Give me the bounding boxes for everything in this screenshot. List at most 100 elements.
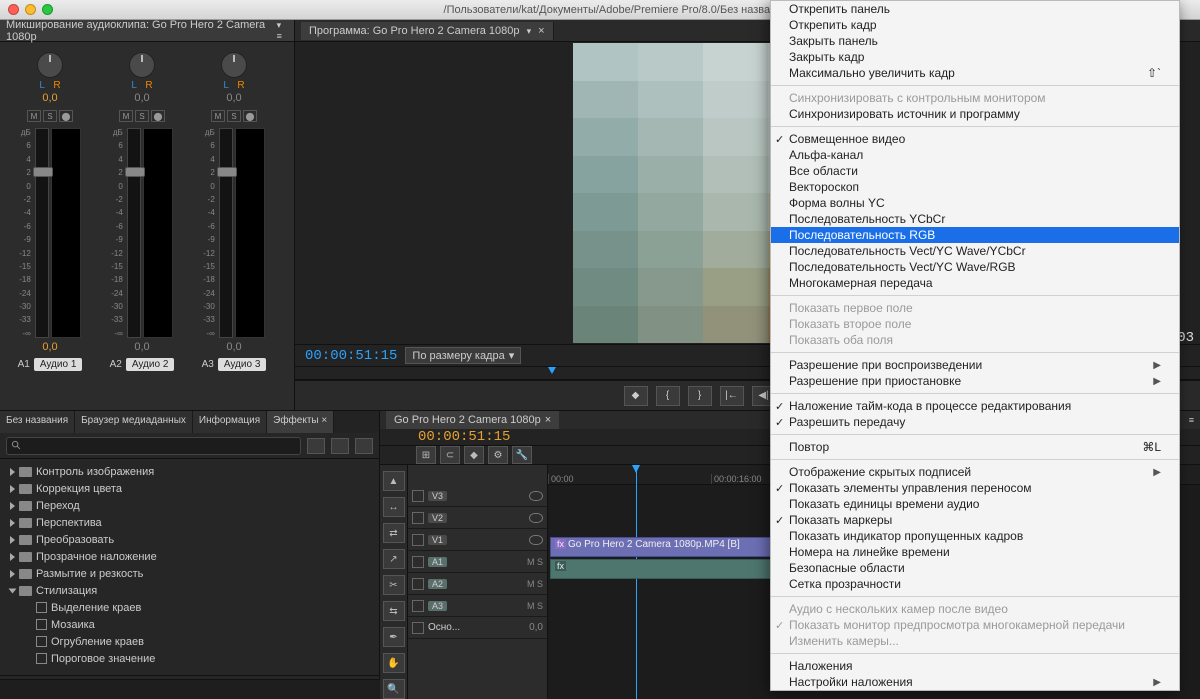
disclosure-icon[interactable] [10,536,15,544]
ripple-tool[interactable]: ↔ [383,497,405,517]
pen-tool[interactable]: ✒ [383,627,405,647]
effect-preset[interactable]: Мозаика [0,616,379,633]
menu-item[interactable]: Безопасные области [771,560,1179,576]
lock-icon[interactable] [412,556,424,568]
menu-item[interactable]: Отображение скрытых подписей▶ [771,464,1179,480]
volume-fader[interactable] [127,128,141,338]
effects-folder[interactable]: Прозрачное наложение [0,548,379,565]
wrench-button[interactable]: 🔧 [512,446,532,464]
linked-sel-button[interactable]: ⊂ [440,446,460,464]
solo-button[interactable]: S [227,110,241,122]
disclosure-icon[interactable] [10,570,15,578]
menu-item[interactable]: ✓Показать элементы управления переносом [771,480,1179,496]
rate-tool[interactable]: ↗ [383,549,405,569]
close-tab-icon[interactable]: × [538,25,544,37]
marker-button[interactable]: ◆ [464,446,484,464]
disclosure-icon[interactable] [10,485,15,493]
track-id[interactable]: A1 [428,557,447,567]
sequence-tab[interactable]: Go Pro Hero 2 Camera 1080p × [386,411,559,429]
lock-icon[interactable] [412,512,424,524]
channel-value[interactable]: 0,0 [226,341,241,353]
menu-item[interactable]: Форма волны YC [771,195,1179,211]
settings-button[interactable]: ⚙ [488,446,508,464]
menu-item[interactable]: Все области [771,163,1179,179]
effects-tree[interactable]: Контроль изображенияКоррекция цветаПерех… [0,459,379,675]
menu-item[interactable]: Открепить кадр [771,17,1179,33]
lock-icon[interactable] [412,578,424,590]
add-marker-button[interactable]: ◆ [624,386,648,406]
selection-tool[interactable]: ▲ [383,471,405,491]
effect-preset[interactable]: Огрубление краев [0,633,379,650]
minimize-icon[interactable] [25,4,36,15]
audio-track-header-A3[interactable]: A3M S [408,595,547,617]
chevron-down-icon[interactable]: ▾ [527,26,532,36]
channel-name[interactable]: Аудио 2 [126,358,175,371]
solo-button[interactable]: S [43,110,57,122]
mute-button[interactable]: M [211,110,225,122]
disclosure-icon[interactable] [10,468,15,476]
effect-preset[interactable]: Выделение краев [0,599,379,616]
mute-button[interactable]: M [119,110,133,122]
lock-icon[interactable] [412,534,424,546]
lock-icon[interactable] [412,490,424,502]
solo-button[interactable]: S [135,110,149,122]
effects-folder[interactable]: Коррекция цвета [0,480,379,497]
track-id[interactable]: V1 [428,535,447,545]
video-track-header-V2[interactable]: V2 [408,507,547,529]
menu-item[interactable]: Закрыть кадр [771,49,1179,65]
menu-item[interactable]: Последовательность RGB [771,227,1179,243]
menu-item[interactable]: Разрешение при воспроизведении▶ [771,357,1179,373]
mute-button[interactable]: M [27,110,41,122]
menu-item[interactable]: Показать индикатор пропущенных кадров [771,528,1179,544]
close-icon[interactable] [8,4,19,15]
menu-item[interactable]: Номера на линейке времени [771,544,1179,560]
channel-name[interactable]: Аудио 3 [218,358,267,371]
mark-in-button[interactable]: { [656,386,680,406]
menu-item[interactable]: Последовательность Vect/YC Wave/RGB [771,259,1179,275]
record-button[interactable]: ⬤ [59,110,73,122]
razor-tool[interactable]: ✂ [383,575,405,595]
menu-item[interactable]: Наложения [771,658,1179,674]
volume-fader[interactable] [219,128,233,338]
zoom-level-select[interactable]: По размеру кадра ▾ [405,347,521,364]
pan-knob[interactable] [129,52,155,78]
program-timecode[interactable]: 00:00:51:15 [305,348,397,364]
fx-32bit-filter-icon[interactable] [331,438,349,454]
eye-icon[interactable] [529,513,543,523]
menu-item[interactable]: ✓Совмещенное видео [771,131,1179,147]
disclosure-icon[interactable] [10,502,15,510]
menu-item[interactable]: ✓Наложение тайм-кода в процессе редактир… [771,398,1179,414]
effects-folder[interactable]: Контроль изображения [0,463,379,480]
menu-item[interactable]: Последовательность Vect/YC Wave/YCbCr [771,243,1179,259]
fx-accel-filter-icon[interactable] [307,438,325,454]
pan-knob[interactable] [37,52,63,78]
effects-folder[interactable]: Перспектива [0,514,379,531]
slip-tool[interactable]: ⇆ [383,601,405,621]
menu-item[interactable]: Показать единицы времени аудио [771,496,1179,512]
menu-item[interactable]: Разрешение при приостановке▶ [771,373,1179,389]
channel-value[interactable]: 0,0 [134,341,149,353]
eye-icon[interactable] [529,491,543,501]
effects-folder[interactable]: Размытие и резкость [0,565,379,582]
record-button[interactable]: ⬤ [151,110,165,122]
menu-item[interactable]: ✓Разрешить передачу [771,414,1179,430]
window-controls[interactable] [8,4,53,15]
eye-icon[interactable] [529,535,543,545]
menu-item[interactable]: Максимально увеличить кадр⇧` [771,65,1179,81]
effects-folder[interactable]: Переход [0,497,379,514]
menu-item[interactable]: Последовательность YCbCr [771,211,1179,227]
menu-item[interactable]: Вектороскоп [771,179,1179,195]
menu-item[interactable]: Сетка прозрачности [771,576,1179,592]
track-id[interactable]: V2 [428,513,447,523]
track-id[interactable]: A2 [428,579,447,589]
record-button[interactable]: ⬤ [243,110,257,122]
tab-Эффекты[interactable]: Эффекты × [267,411,334,433]
playhead-icon[interactable] [548,367,556,374]
lock-icon[interactable] [412,600,424,612]
tab-Браузер медиаданных[interactable]: Браузер медиаданных [75,411,193,433]
menu-item[interactable]: Закрыть панель [771,33,1179,49]
mark-out-button[interactable]: } [688,386,712,406]
go-to-in-button[interactable]: |← [720,386,744,406]
effects-folder[interactable]: Стилизация [0,582,379,599]
channel-value[interactable]: 0,0 [42,341,57,353]
